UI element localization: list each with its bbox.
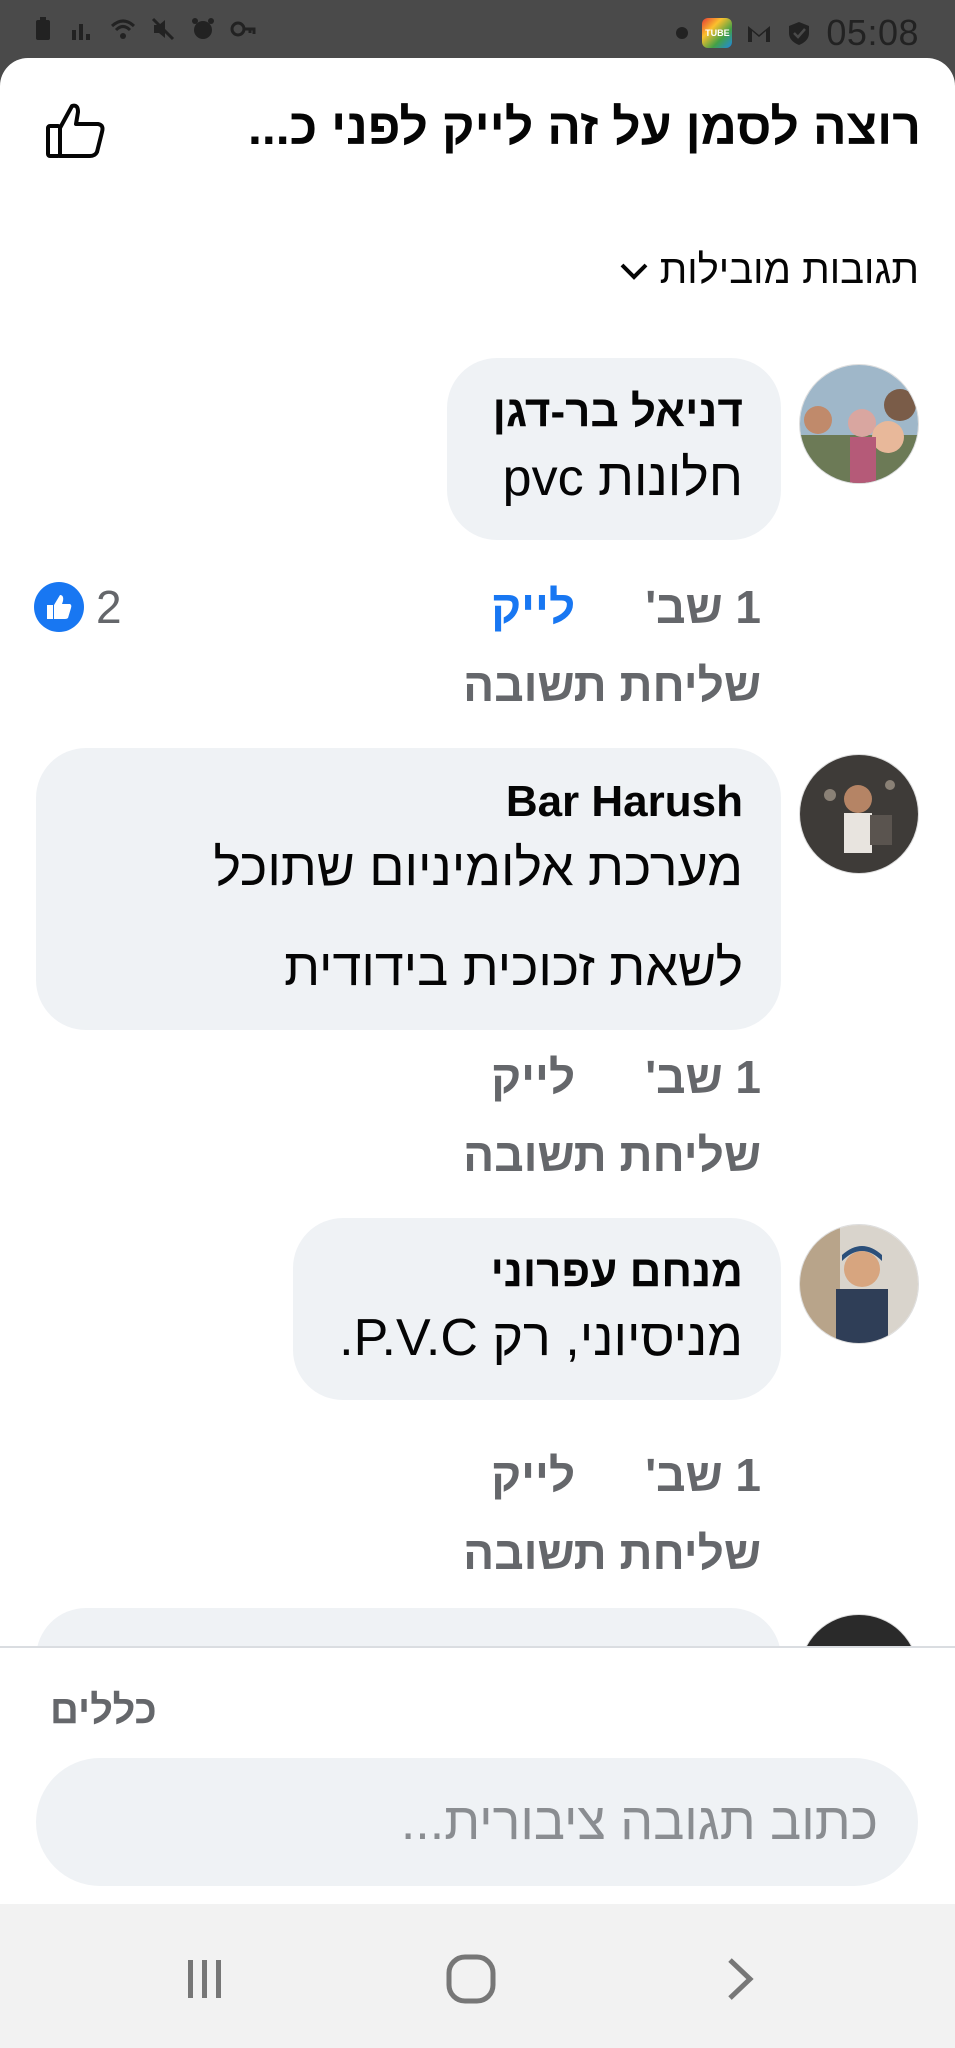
gmail-icon: [748, 26, 771, 42]
reply-button[interactable]: שליחת תשובה: [463, 1128, 761, 1182]
mute-icon: [151, 17, 175, 41]
notification-dot-icon: [676, 27, 689, 39]
battery-icon: [36, 17, 50, 40]
like-button[interactable]: לייק: [491, 580, 575, 634]
comment-time: 1 שב': [645, 1449, 761, 1501]
post-title: רוצה לסמן על זה לייק לפני כ...: [247, 99, 921, 155]
comment-text: חלונות pvc: [502, 449, 743, 507]
comment-text-line: מערכת אלומיניום שתוכל: [213, 839, 743, 897]
vpn-key-icon: [230, 21, 256, 37]
avatar[interactable]: [799, 1224, 919, 1344]
sort-dropdown[interactable]: תגובות מובילות: [618, 248, 919, 293]
rules-link[interactable]: כללים: [50, 1688, 157, 1733]
shield-icon: [789, 22, 810, 45]
signal-icon: [72, 24, 90, 40]
reply-button[interactable]: שליחת תשובה: [463, 1526, 761, 1580]
comment-time: 1 שב': [645, 1051, 761, 1103]
like-reaction-icon: [34, 582, 84, 632]
home-button[interactable]: [436, 1944, 506, 2014]
comment-author[interactable]: דניאל בר-דגן: [493, 386, 743, 438]
comment-author[interactable]: Bar Harush: [82, 776, 743, 828]
comment-text-line: לשאת זכוכית בידודית: [284, 939, 743, 997]
like-button[interactable]: לייק: [491, 1050, 575, 1104]
comment-input[interactable]: [36, 1758, 918, 1886]
back-button[interactable]: [704, 1944, 774, 2014]
reaction-summary[interactable]: 2: [34, 580, 122, 634]
alarm-icon: [192, 18, 214, 39]
avatar[interactable]: [799, 364, 919, 484]
comment-composer[interactable]: [36, 1758, 918, 1886]
sort-label: תגובות מובילות: [659, 248, 919, 292]
reaction-count: 2: [96, 581, 122, 633]
comment-time: 1 שב': [645, 581, 761, 633]
comment-bubble[interactable]: דניאל בר-דגן חלונות pvc: [446, 358, 781, 540]
home-icon: [446, 1954, 496, 2004]
back-chevron-icon: [728, 1958, 754, 2000]
thumbs-up-outline-icon[interactable]: [44, 98, 108, 162]
comment-actions: 1 שב' לייק: [491, 1448, 761, 1502]
system-nav-bar: [0, 1904, 955, 2048]
comment-bubble[interactable]: מנחם עפרוני מניסיוני, רק P.V.C.: [293, 1218, 781, 1400]
status-left-icons: [30, 16, 256, 42]
comment-actions: 1 שב' לייק: [491, 1050, 761, 1104]
comment-composer-footer: כללים: [0, 1646, 955, 1904]
tube-app-icon: TUBE: [702, 18, 733, 48]
sheet-header: רוצה לסמן על זה לייק לפני כ...: [0, 58, 955, 208]
comments-list[interactable]: דניאל בר-דגן חלונות pvc 1 שב' לייק 2 שלי…: [0, 358, 955, 1698]
wifi-icon: [110, 19, 136, 39]
comment-text: מניסיוני, רק P.V.C.: [339, 1309, 743, 1367]
chevron-down-icon: [620, 263, 647, 280]
comment-bubble[interactable]: Bar Harush מערכת אלומיניום שתוכל לשאת זכ…: [36, 748, 781, 1030]
status-bar: TUBE 05:08: [0, 0, 955, 62]
status-right-icons: TUBE 05:08: [676, 12, 919, 54]
comment-author[interactable]: מנחם עפרוני: [339, 1246, 743, 1298]
recent-apps-button[interactable]: [170, 1944, 240, 2014]
status-time: 05:08: [826, 12, 919, 53]
reply-button[interactable]: שליחת תשובה: [463, 658, 761, 712]
avatar[interactable]: [799, 754, 919, 874]
like-button[interactable]: לייק: [491, 1448, 575, 1502]
comment-actions: 1 שב' לייק: [491, 580, 761, 634]
recent-apps-icon: [188, 1960, 221, 1998]
comments-sheet: רוצה לסמן על זה לייק לפני כ... תגובות מו…: [0, 58, 955, 1904]
